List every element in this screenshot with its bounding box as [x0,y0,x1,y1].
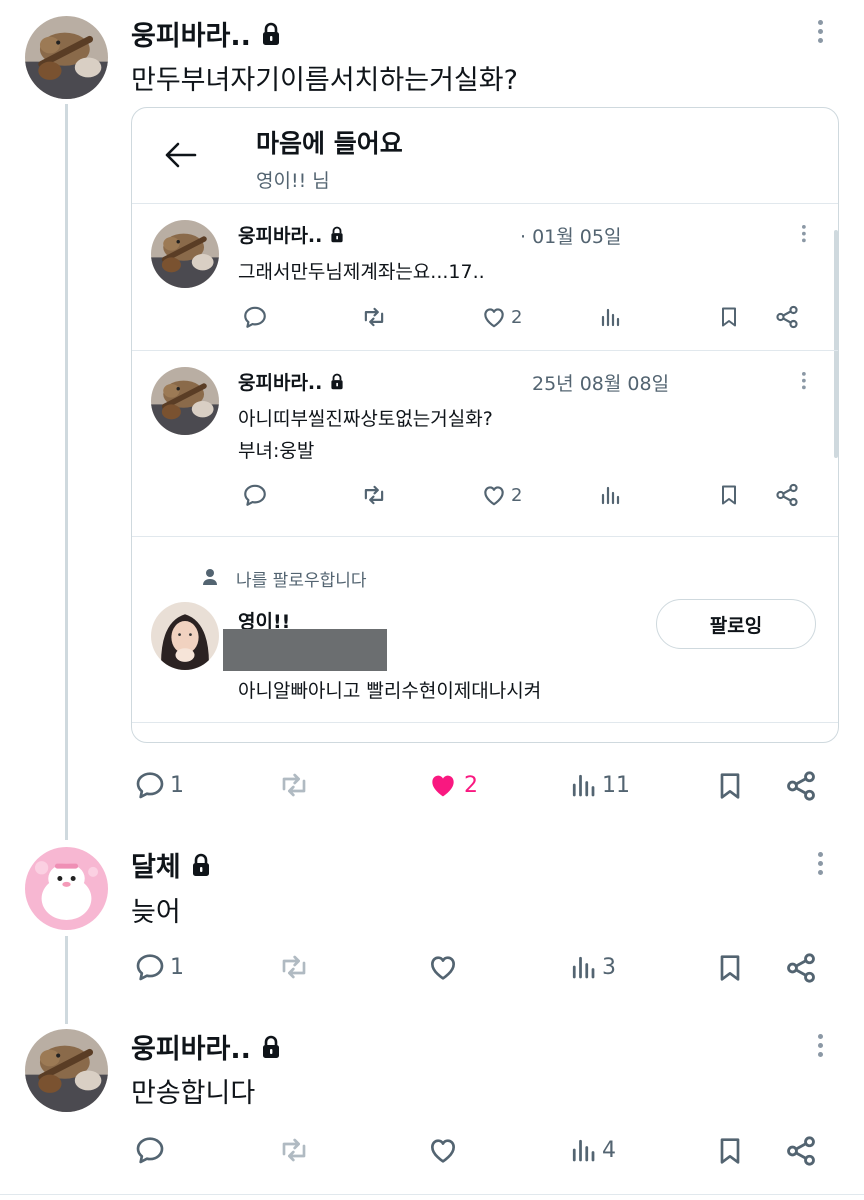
retweet-button[interactable] [276,769,312,801]
tweet-text: 부녀:웅발 [238,440,315,462]
bookmark-button[interactable] [714,951,746,985]
avatar[interactable] [151,220,219,288]
post-text: 늦어 [131,897,181,928]
more-icon[interactable] [802,372,807,392]
share-button[interactable] [774,482,800,508]
avatar[interactable] [25,847,108,930]
retweet-button[interactable] [276,1134,312,1166]
person-icon [203,569,217,585]
share-button[interactable] [784,1134,818,1168]
avatar[interactable] [25,16,108,99]
thread-connector [65,104,68,840]
bookmark-button[interactable] [717,482,741,508]
author-name[interactable]: 웅피바라.. [131,1027,281,1066]
lock-icon [191,853,211,877]
embedded-screenshot-card[interactable]: 마음에 들어요 영이!! 님 웅피바라.. · 01월 05일 그래서만두님제계… [131,107,839,743]
screen-title: 마음에 들어요 [256,129,403,158]
retweet-button[interactable] [276,951,312,983]
screen-subtitle: 영이!! 님 [256,170,330,192]
tweet-text: 그래서만두님제계좌는요...17.. [238,261,485,283]
lock-icon [261,22,281,46]
author-name[interactable]: 웅피바라.. [131,14,281,53]
more-icon[interactable] [802,225,807,245]
like-button[interactable]: 2 [481,482,522,508]
avatar[interactable] [151,367,219,435]
author-name[interactable]: 웅피바라.. [238,221,344,248]
bookmark-button[interactable] [717,304,741,330]
reply-button[interactable] [134,1134,170,1166]
author-name[interactable]: 웅피바라.. [238,368,344,395]
following-button[interactable]: 팔로잉 [656,599,816,649]
retweet-button[interactable] [360,482,388,508]
tweet-date: 25년 08월 08일 [532,373,670,395]
reply-button[interactable]: 1 [134,951,184,983]
retweet-button[interactable] [360,304,388,330]
more-icon[interactable] [818,20,824,47]
avatar[interactable] [25,1029,108,1112]
author-name[interactable]: 달체 [131,845,211,884]
redacted-handle [223,629,387,671]
lock-icon [330,226,344,243]
more-icon[interactable] [818,1034,824,1061]
share-button[interactable] [774,304,800,330]
bookmark-button[interactable] [714,1134,746,1168]
reply-button[interactable] [242,304,268,330]
views-button[interactable]: 11 [568,769,630,801]
bookmark-button[interactable] [714,769,746,803]
bottom-divider [0,1194,864,1195]
follows-you-label: 나를 팔로우합니다 [236,571,367,591]
thread-connector [65,936,68,1024]
post-text: 만두부녀자기이름서치하는거실화? [131,65,518,96]
views-button[interactable] [598,304,622,330]
reply-button[interactable] [242,482,268,508]
more-icon[interactable] [818,852,824,879]
author-label: 웅피바라.. [131,21,251,52]
lock-icon [261,1035,281,1059]
avatar[interactable] [151,602,219,670]
views-button[interactable]: 3 [568,951,616,983]
like-button[interactable]: 2 [481,304,522,330]
tweet-date: · 01월 05일 [520,226,622,248]
lock-icon [330,373,344,390]
user-bio: 아니알빠아니고 빨리수현이제대나시켜 [238,680,542,702]
like-button[interactable]: 2 [426,769,478,801]
views-button[interactable] [598,482,622,508]
reply-button[interactable]: 1 [134,769,184,801]
back-arrow-icon[interactable] [164,141,198,169]
like-button[interactable] [426,1134,460,1166]
like-button[interactable] [426,951,460,983]
post-text: 만송합니다 [131,1078,256,1109]
share-button[interactable] [784,769,818,803]
share-button[interactable] [784,951,818,985]
tweet-text: 아니띠부씰진짜상토없는거실화? [238,408,493,430]
views-button[interactable]: 4 [568,1134,616,1166]
